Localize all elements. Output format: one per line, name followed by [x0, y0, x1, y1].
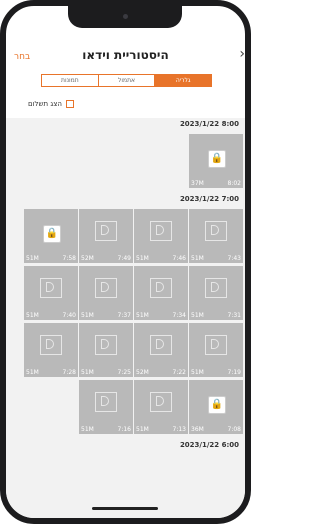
video-time: 7:37	[117, 312, 131, 319]
video-thumbnail[interactable]: 52M 7:49	[79, 209, 133, 263]
date-header: 2023/1/22 7:00	[179, 195, 239, 203]
video-thumbnail[interactable]: 51M 7:25	[79, 323, 133, 377]
video-time: 7:49	[117, 255, 131, 262]
placeholder-logo-icon	[95, 392, 117, 412]
file-size: 51M	[81, 426, 94, 433]
video-time: 7:28	[62, 369, 76, 376]
video-time: 7:25	[117, 369, 131, 376]
home-indicator	[92, 507, 158, 510]
segmented-tabs: תמונות אתמול גלריה	[41, 74, 212, 87]
video-thumbnail[interactable]: 🔒 37M 8:02	[189, 134, 243, 188]
video-thumbnail[interactable]: 51M 7:34	[134, 266, 188, 320]
video-thumbnail[interactable]: 51M 7:28	[24, 323, 78, 377]
file-size: 37M	[191, 180, 204, 187]
file-size: 52M	[136, 369, 149, 376]
file-size: 51M	[136, 312, 149, 319]
video-thumbnail[interactable]: 51M 7:40	[24, 266, 78, 320]
placeholder-logo-icon	[40, 278, 62, 298]
file-size: 51M	[26, 369, 39, 376]
video-time: 7:58	[62, 255, 76, 262]
header-bar: בחר היסטוריית וידאו ›	[6, 38, 245, 68]
file-size: 51M	[136, 426, 149, 433]
video-grid[interactable]: 2023/1/22 8:00 🔒 37M 8:02 2023/1/22 7:00 51M 7…	[6, 118, 245, 518]
chevron-right-icon[interactable]: ›	[239, 46, 245, 62]
video-time: 7:08	[227, 426, 241, 433]
file-size: 51M	[26, 312, 39, 319]
file-size: 51M	[81, 312, 94, 319]
placeholder-logo-icon	[205, 335, 227, 355]
file-size: 36M	[191, 426, 204, 433]
placeholder-logo-icon	[150, 335, 172, 355]
file-size: 51M	[191, 255, 204, 262]
video-thumbnail[interactable]: 51M 7:43	[189, 209, 243, 263]
date-header: 2023/1/22 6:00	[179, 441, 239, 449]
placeholder-logo-icon	[95, 335, 117, 355]
lock-icon: 🔒	[208, 396, 226, 414]
video-time: 7:43	[227, 255, 241, 262]
video-time: 7:16	[117, 426, 131, 433]
placeholder-logo-icon	[150, 221, 172, 241]
notch	[68, 6, 182, 28]
video-thumbnail[interactable]: 51M 7:37	[79, 266, 133, 320]
video-time: 7:22	[172, 369, 186, 376]
placeholder-logo-icon	[150, 278, 172, 298]
video-thumbnail[interactable]: 51M 7:31	[189, 266, 243, 320]
date-header: 2023/1/22 8:00	[179, 120, 239, 128]
phone-frame: בחר היסטוריית וידאו › תמונות אתמול גלריה…	[0, 0, 251, 524]
lock-icon: 🔒	[208, 150, 226, 168]
paid-filter: הצג תשלום	[28, 100, 74, 108]
video-thumbnail[interactable]: 51M 7:19	[189, 323, 243, 377]
placeholder-logo-icon	[95, 278, 117, 298]
placeholder-logo-icon	[40, 335, 62, 355]
tab-2[interactable]: אתמול	[97, 75, 155, 86]
video-time: 8:02	[227, 180, 241, 187]
tab-3[interactable]: תמונות	[42, 75, 98, 86]
video-thumbnail[interactable]: 51M 7:16	[79, 380, 133, 434]
camera	[123, 14, 128, 19]
video-thumbnail[interactable]: 52M 7:22	[134, 323, 188, 377]
placeholder-logo-icon	[150, 392, 172, 412]
video-thumbnail[interactable]: 51M 7:46	[134, 209, 188, 263]
video-thumbnail[interactable]: 🔒 36M 7:08	[189, 380, 243, 434]
video-time: 7:13	[172, 426, 186, 433]
file-size: 51M	[136, 255, 149, 262]
video-time: 7:46	[172, 255, 186, 262]
file-size: 51M	[26, 255, 39, 262]
paid-filter-label: הצג תשלום	[28, 100, 62, 108]
file-size: 51M	[191, 312, 204, 319]
tab-1[interactable]: גלריה	[154, 75, 212, 86]
page-title: היסטוריית וידאו	[82, 48, 169, 62]
placeholder-logo-icon	[205, 221, 227, 241]
video-time: 7:34	[172, 312, 186, 319]
file-size: 51M	[191, 369, 204, 376]
video-thumbnail[interactable]: 51M 7:13	[134, 380, 188, 434]
placeholder-logo-icon	[205, 278, 227, 298]
paid-checkbox[interactable]	[65, 100, 74, 108]
video-time: 7:40	[62, 312, 76, 319]
file-size: 52M	[81, 255, 94, 262]
video-time: 7:19	[227, 369, 241, 376]
video-time: 7:31	[227, 312, 241, 319]
placeholder-logo-icon	[95, 221, 117, 241]
video-thumbnail[interactable]: 🔒 51M 7:58	[24, 209, 78, 263]
file-size: 51M	[81, 369, 94, 376]
lock-icon: 🔒	[43, 225, 61, 243]
